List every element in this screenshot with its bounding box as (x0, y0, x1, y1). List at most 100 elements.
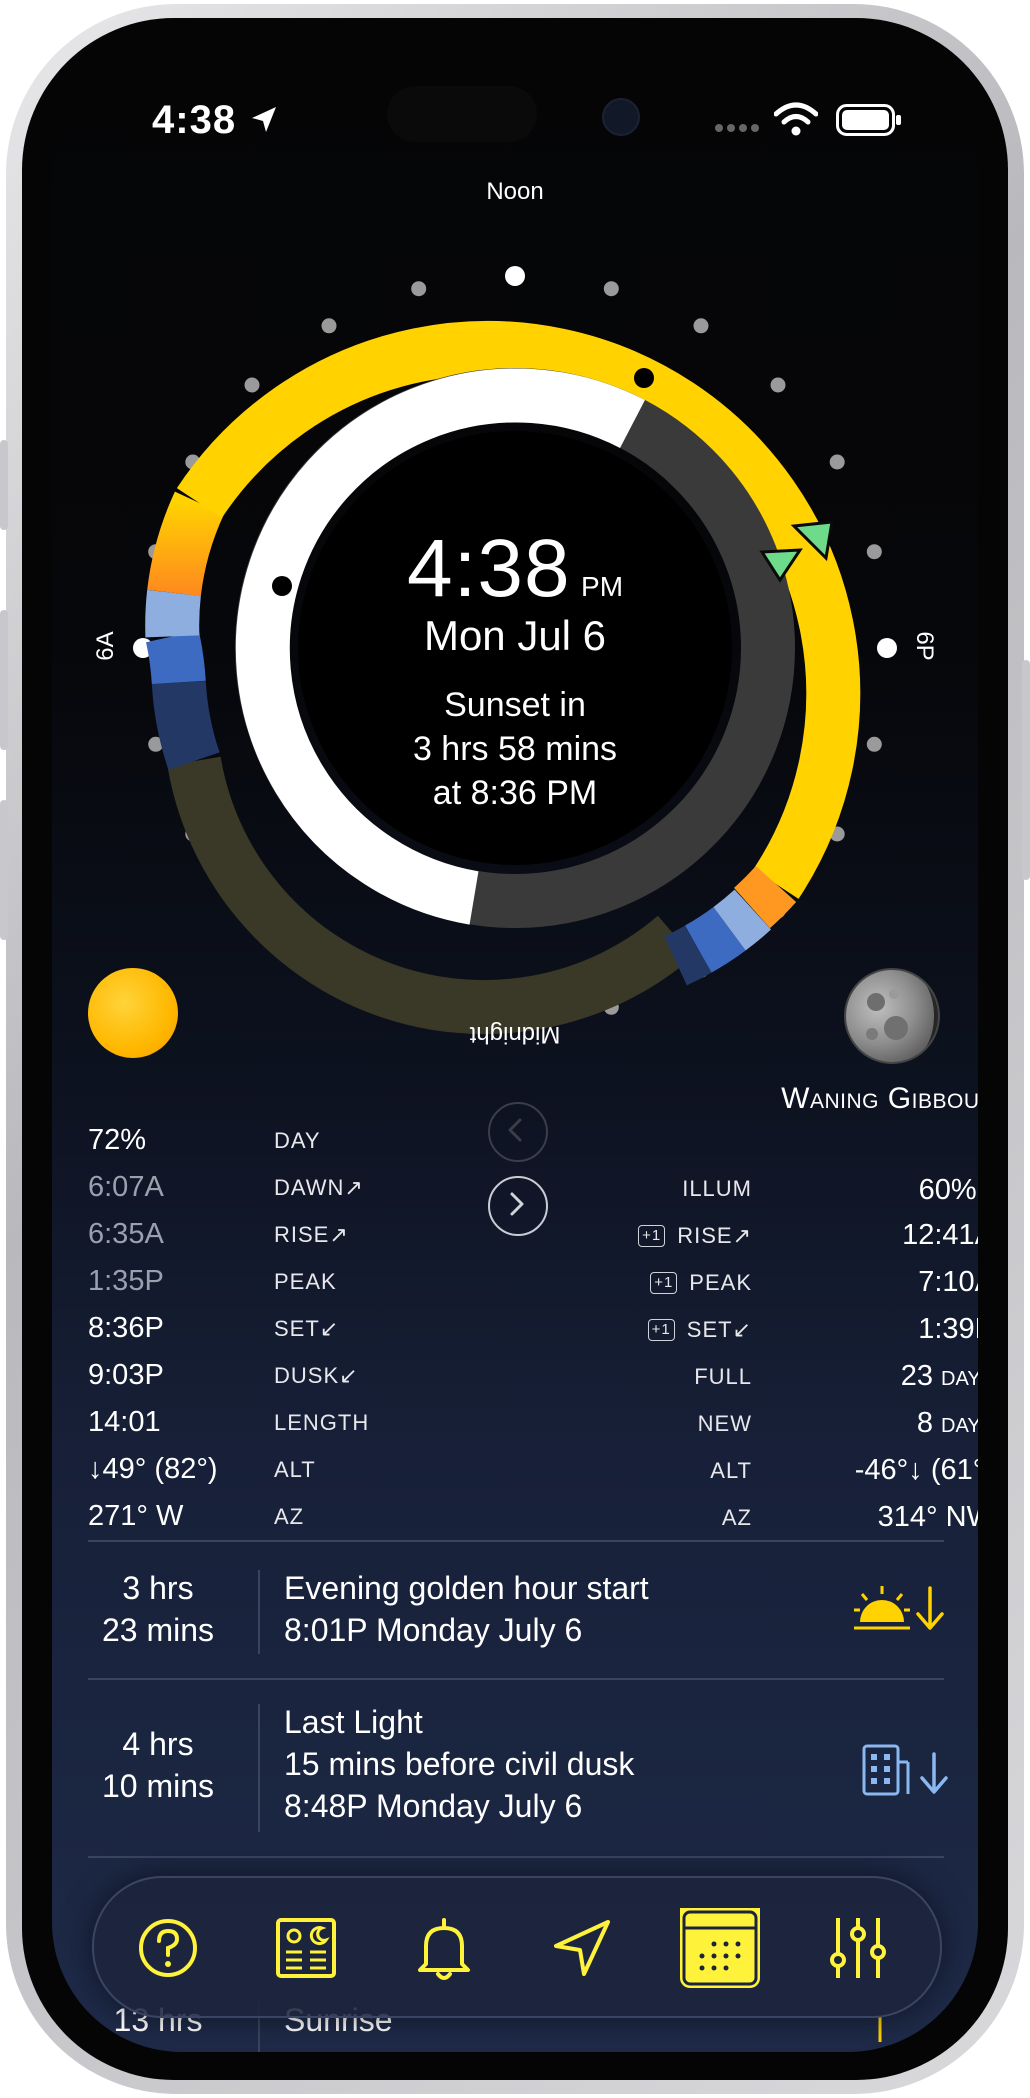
next-day-badge: +1 (647, 1319, 675, 1341)
battery-icon (836, 104, 901, 136)
moon-row-label-text: RISE↗ (677, 1223, 752, 1248)
dial-time-block: 4:38 PM (315, 522, 715, 616)
dynamic-island (387, 86, 537, 142)
sun-row-value: 6:07A (88, 1171, 164, 1203)
event-separator (258, 1570, 260, 1654)
moon-row-label: AZ (612, 1505, 752, 1531)
location-arrow-icon (554, 1920, 610, 1976)
tab-help[interactable] (128, 1908, 208, 1988)
volume-down-button (0, 800, 8, 940)
event-row-last-light[interactable]: 4 hrs 10 mins Last Light 15 mins before … (52, 1680, 978, 1856)
status-time: 4:38 (152, 98, 237, 142)
almanac-icon (276, 1918, 336, 1978)
moon-row-label-text: SET↙ (686, 1317, 752, 1342)
bell-icon (418, 1918, 470, 1980)
moon-position-marker (272, 576, 292, 596)
moon-row-value: 7:10A (918, 1266, 978, 1298)
dial-major-tick (877, 638, 897, 658)
event-duration-2: 23 mins (101, 1612, 215, 1648)
nautical-dawn-arc (145, 630, 206, 685)
event-separator (258, 1704, 260, 1832)
sun-row-value: ↓49° (82°) (88, 1453, 218, 1485)
calendar-icon (680, 1908, 760, 1986)
sun-dial: Noon Midnight 6A 6P 4:38 PM Mon Jul 6 Su… (52, 160, 978, 1060)
next-day-button[interactable] (488, 1176, 548, 1236)
wifi-icon (774, 102, 818, 136)
previous-day-button[interactable] (488, 1102, 548, 1162)
sun-row-label: ALT (274, 1457, 316, 1482)
dial-hour-tick (866, 544, 882, 560)
moon-row-label: NEW (612, 1411, 752, 1437)
astronomical-dusk-arc (663, 925, 712, 986)
chevron-left-icon (508, 1118, 522, 1142)
event-duration-1: 3 hrs (122, 1570, 194, 1606)
sun-row-label: DUSK↙ (274, 1363, 359, 1388)
event-duration-2: 10 mins (101, 1768, 215, 1804)
moon-row-label-text: ILLUM (682, 1176, 752, 1201)
moon-row-label-text: PEAK (689, 1270, 752, 1295)
dial-time: 4:38 (406, 523, 571, 614)
moon-row-value: 12:41A (902, 1219, 978, 1251)
location-services-icon (252, 107, 276, 132)
dial-label-top: Noon (486, 178, 544, 205)
sun-row-value: 6:35A (88, 1218, 164, 1250)
sun-row-value: 8:36P (88, 1312, 164, 1344)
tab-settings[interactable] (818, 1908, 898, 1988)
event-subtitle: 15 mins before civil dusk (284, 1746, 635, 1782)
evening-golden-arc (733, 865, 797, 929)
moon-row-value: 314° NW (877, 1501, 978, 1533)
moon-phase-name: Waning Gibbous (781, 1082, 978, 1115)
cellular-signal-icon (715, 124, 759, 132)
tab-calendar[interactable] (680, 1908, 760, 1988)
dial-hour-tick (244, 377, 260, 393)
sun-row-label: DAY (274, 1128, 321, 1153)
moon-row-label: +1 PEAK (612, 1270, 752, 1296)
moon-row-value: 60% ⁝ (918, 1174, 978, 1206)
volume-up-button (0, 610, 8, 750)
power-button (1022, 660, 1030, 880)
event-title: Last Light (284, 1704, 423, 1740)
sun-icon (88, 968, 178, 1058)
dial-label-left: 6A (92, 631, 119, 661)
morning-golden-arc (147, 491, 225, 597)
sun-row-label: SET↙ (274, 1316, 340, 1341)
event-row-golden-hour[interactable]: 3 hrs 23 mins Evening golden hour start … (52, 1542, 978, 1678)
sun-row-value: 14:01 (88, 1406, 161, 1438)
sun-row-label: DAWN↗ (274, 1175, 364, 1200)
golden-hour-icon (854, 1586, 944, 1630)
moon-row-label: +1 SET↙ (612, 1317, 752, 1343)
tab-bar (92, 1876, 942, 2018)
tab-location[interactable] (542, 1908, 622, 1988)
event-time: 8:48P Monday July 6 (284, 1788, 583, 1824)
dial-sunset-line2: 3 hrs 58 mins (412, 730, 618, 768)
moon-row-label: +1 RISE↗ (612, 1223, 752, 1249)
sunrise-icon (878, 2016, 882, 2042)
moon-row-label: ILLUM (612, 1176, 752, 1202)
dial-label-bottom: Midnight (469, 1021, 561, 1048)
next-day-badge: +1 (638, 1225, 666, 1247)
moon-row-label-text: FULL (694, 1364, 752, 1389)
tab-notifications[interactable] (404, 1908, 484, 1988)
help-icon (139, 1919, 197, 1977)
sun-row-value: 271° W (88, 1500, 184, 1532)
next-day-badge: +1 (650, 1272, 678, 1294)
sun-row-label: PEAK (274, 1269, 337, 1294)
sun-row-value: 9:03P (88, 1359, 164, 1391)
dial-ampm: PM (581, 571, 624, 602)
event-duration-1: 4 hrs (122, 1726, 194, 1762)
divider (88, 1856, 944, 1858)
sliders-icon (830, 1918, 886, 1978)
moon-row-label-text: ALT (710, 1458, 752, 1483)
moon-row-label: FULL (612, 1364, 752, 1390)
tab-almanac[interactable] (266, 1908, 346, 1988)
moon-row-value: -46°↓ (61°) (854, 1454, 978, 1486)
front-camera (602, 98, 640, 136)
sun-row-label: AZ (274, 1504, 305, 1529)
dial-major-tick (505, 266, 525, 286)
civil-dusk-arc (713, 889, 772, 951)
sun-row-label: RISE↗ (274, 1222, 349, 1247)
dial-hour-tick (693, 318, 709, 334)
moon-row-label-text: AZ (721, 1505, 752, 1530)
sun-row-label: LENGTH (274, 1410, 370, 1435)
action-button (0, 440, 8, 530)
